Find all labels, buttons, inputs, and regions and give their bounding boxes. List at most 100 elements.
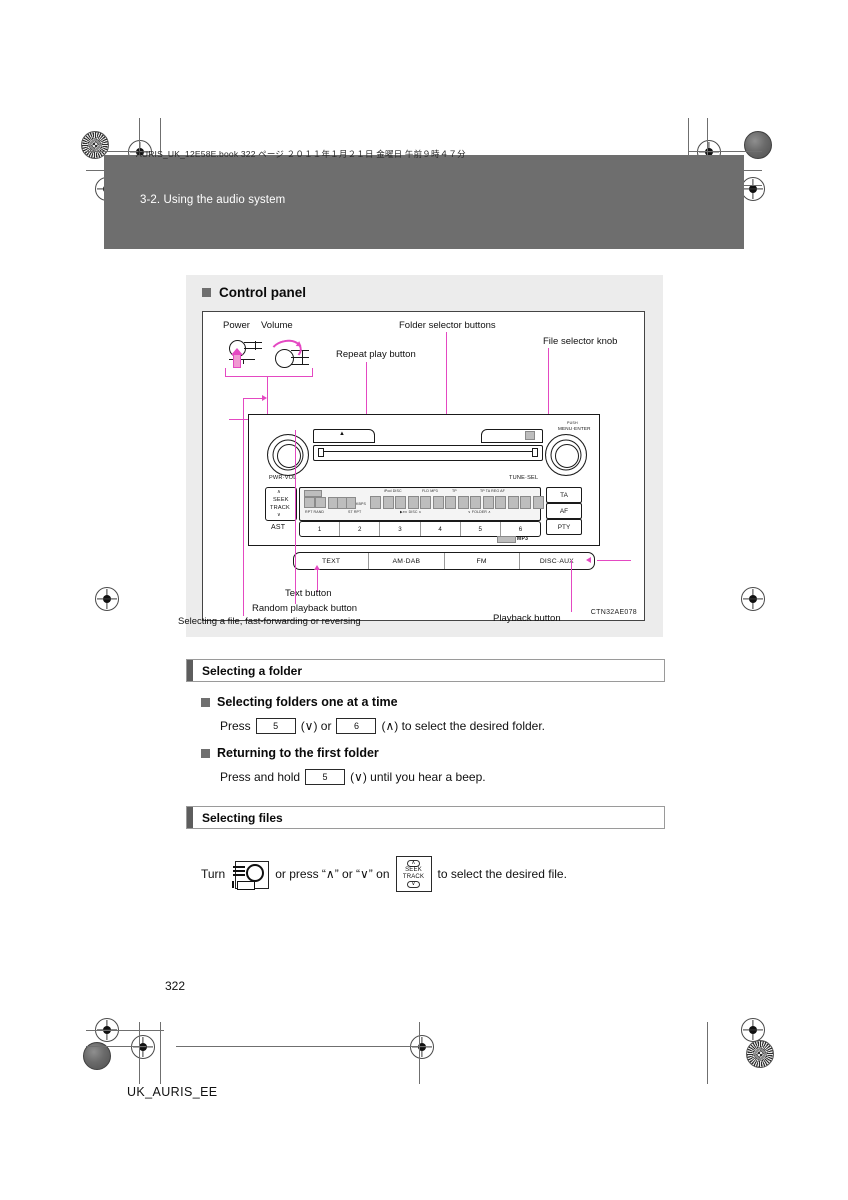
- seek-track-button-icon[interactable]: ∧ SEEK TRACK ∨: [395, 856, 432, 892]
- control-panel-heading-text: Control panel: [219, 285, 306, 300]
- instruction-return-first-folder: Press and hold 5 (∨) until you hear a be…: [220, 769, 486, 785]
- pwr-vol-label: PWR·VOL: [269, 475, 297, 481]
- callout-label-playback-button: Playback button: [493, 613, 561, 624]
- preset-button-2[interactable]: 2: [340, 522, 381, 536]
- registration-mark-br: [741, 1018, 765, 1042]
- seek-label-top: SEEK: [273, 497, 289, 503]
- crop-line-bot-b: [86, 1030, 164, 1031]
- seek-label-bottom: TRACK: [270, 505, 290, 511]
- lcd-top-indicator-ipod-disc: iPod DISC: [384, 489, 402, 493]
- callout-label-power: Power: [223, 320, 250, 331]
- crop-line-v-br: [707, 1022, 708, 1084]
- push-label: PUSH: [567, 421, 578, 425]
- menu-enter-label: MENU·ENTER: [558, 426, 591, 431]
- power-volume-bracket: [225, 368, 313, 377]
- instruction-suffix: (∧) to select the desired folder.: [381, 719, 545, 733]
- section-header-selecting-a-folder: Selecting a folder: [186, 659, 665, 682]
- preset-button-6[interactable]: 6: [501, 522, 540, 536]
- callout-line-selecting-file: [243, 398, 245, 616]
- lcd-top-indicator-tp: TP: [452, 489, 457, 493]
- lcd-mode-box: [304, 490, 322, 497]
- lcd-kbps-label: KBPS: [356, 502, 366, 506]
- section-title-selecting-a-folder: Selecting a folder: [202, 663, 303, 678]
- button-key-6[interactable]: 6: [336, 718, 377, 734]
- mode-button-row: TEXT AM·DAB FM DISC·AUX: [293, 552, 595, 570]
- callout-label-repeat-play: Repeat play button: [336, 349, 416, 360]
- seek-label-top: SEEK: [405, 867, 422, 874]
- running-head-title: 3-2. Using the audio system: [140, 194, 286, 206]
- lcd-signal-icon: [315, 497, 326, 508]
- preset-button-3[interactable]: 3: [380, 522, 421, 536]
- manual-page: AURIS_UK_12E58E.book 322 ページ ２０１１年１月２１日 …: [0, 0, 848, 1200]
- preset-button-4[interactable]: 4: [421, 522, 461, 536]
- lcd-bottom-indicator-st: ST RPT: [348, 510, 362, 514]
- page-number: 322: [165, 979, 186, 993]
- callout-arrow-text-button: [314, 565, 320, 570]
- control-panel-heading: Control panel: [202, 285, 306, 300]
- power-push-arrow-icon: [233, 354, 241, 368]
- registration-mark-cl: [95, 587, 119, 611]
- power-knob-diagram: [225, 338, 269, 372]
- instruction-prefix: Press: [220, 719, 251, 733]
- registration-mark-cr: [741, 587, 765, 611]
- callout-line-playback-h: [597, 560, 631, 562]
- subheading-returning-to-the-first-folder: Returning to the first folder: [201, 746, 379, 760]
- pty-button[interactable]: PTY: [546, 519, 582, 535]
- lcd-st-icon: [304, 497, 315, 508]
- instruction-middle: or press “∧” or “∨” on: [275, 867, 390, 881]
- audio-head-unit: PWR·VOL ▲ TUNE·SEL PUSH MENU·ENTER ∧ SEE…: [248, 414, 600, 546]
- crop-line-v-bl2: [160, 1022, 161, 1084]
- eject-icon: ▲: [339, 431, 346, 437]
- square-bullet-icon: [202, 288, 211, 297]
- af-button[interactable]: AF: [546, 503, 582, 519]
- lcd-display: KBPS iPod DISC FLD MP3 TP TP TA REG AF R…: [299, 487, 544, 521]
- crop-line-v-bl: [139, 1022, 140, 1084]
- control-panel-illustration: Power Volume Folder selector buttons Fil…: [178, 311, 645, 627]
- ast-button[interactable]: AST: [271, 524, 285, 531]
- callout-label-folder-selector: Folder selector buttons: [399, 320, 496, 331]
- disc-aux-button[interactable]: DISC·AUX: [520, 553, 594, 569]
- am-dab-button[interactable]: AM·DAB: [369, 553, 445, 569]
- crop-line-bot-c: [176, 1046, 426, 1047]
- cd-insert-slot: [313, 445, 543, 461]
- disc-logo: [497, 536, 516, 543]
- print-starburst-mark-bottom-right: [746, 1040, 774, 1068]
- callout-label-volume: Volume: [261, 320, 293, 331]
- seek-up-chevron-icon: ∧: [407, 859, 420, 868]
- callout-label-file-selector-knob: File selector knob: [543, 336, 618, 347]
- subheading-selecting-folders-one-at-a-time: Selecting folders one at a time: [201, 695, 398, 709]
- text-button[interactable]: TEXT: [294, 553, 370, 569]
- section-title-selecting-files: Selecting files: [202, 810, 283, 825]
- registration-mark-bbr: [410, 1035, 434, 1059]
- callout-arrow-selecting-file: [262, 395, 267, 401]
- subheading-text: Selecting folders one at a time: [217, 695, 398, 709]
- instruction-select-folder: Press 5 (∨) or 6 (∧) to select the desir…: [220, 718, 545, 734]
- seek-label-bottom: TRACK: [402, 874, 425, 880]
- instruction-suffix: (∨) until you hear a beep.: [350, 770, 486, 784]
- file-selector-knob-icon: [230, 857, 270, 891]
- callout-line-random: [295, 430, 297, 604]
- preset-button-5[interactable]: 5: [461, 522, 501, 536]
- aux-port-icon: [525, 431, 535, 440]
- ta-button[interactable]: TA: [546, 487, 582, 503]
- tune-sel-label: TUNE·SEL: [509, 475, 539, 481]
- footer-code: UK_AURIS_EE: [127, 1085, 218, 1099]
- fm-button[interactable]: FM: [445, 553, 520, 569]
- square-bullet-icon: [201, 697, 210, 707]
- button-key-5[interactable]: 5: [305, 769, 346, 785]
- instruction-prefix: Press and hold: [220, 770, 301, 784]
- tune-sel-knob[interactable]: [545, 434, 587, 476]
- crop-line-top-c: [688, 151, 762, 152]
- mp3-logo: MP3: [517, 536, 529, 542]
- seek-down-chevron-icon: ∨: [407, 880, 420, 889]
- power-volume-knob[interactable]: [267, 434, 309, 476]
- lcd-bottom-indicator-disc: ▶⏸∨ DISC ∧: [400, 510, 422, 514]
- button-key-5[interactable]: 5: [255, 718, 296, 734]
- preset-button-1[interactable]: 1: [300, 522, 341, 536]
- seek-track-button[interactable]: ∧ SEEK TRACK ∨: [265, 487, 297, 521]
- seek-down-chevron-icon: ∨: [277, 512, 281, 518]
- print-density-dot-top-right: [744, 131, 772, 159]
- lcd-bottom-indicator-rpt-rand: RPT RAND: [305, 510, 325, 514]
- subheading-text: Returning to the first folder: [217, 746, 379, 760]
- lcd-bottom-indicator-folder: ∨ FOLDER ∧: [468, 510, 491, 514]
